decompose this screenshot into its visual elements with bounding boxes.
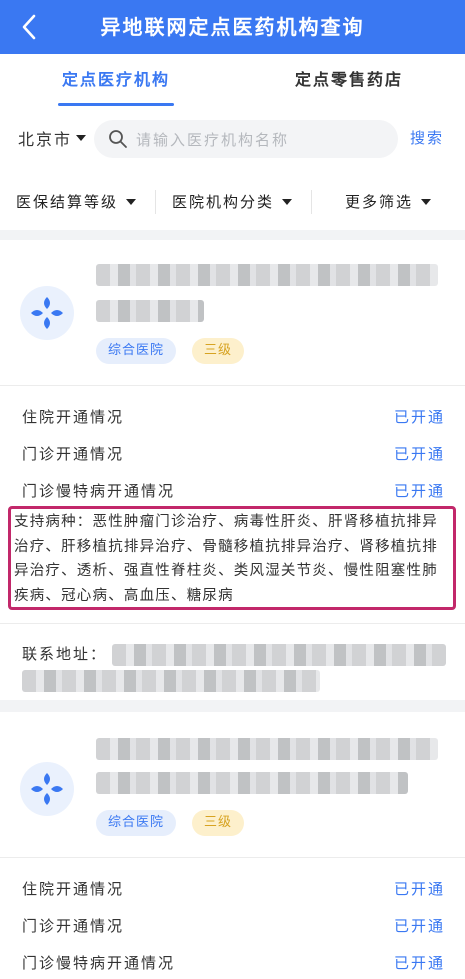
search-bar: 北京市 搜索 <box>0 106 465 172</box>
divider <box>0 623 465 624</box>
medical-cross-icon <box>31 297 63 329</box>
city-selector[interactable]: 北京市 <box>18 126 87 150</box>
filter-label: 医院机构分类 <box>172 193 275 211</box>
inpatient-status-value: 已开通 <box>393 880 445 898</box>
city-label: 北京市 <box>18 130 73 149</box>
page-title: 异地联网定点医药机构查询 <box>100 15 365 39</box>
institution-type-tag: 综合医院 <box>96 810 177 836</box>
address-blurred <box>22 670 320 692</box>
institution-card[interactable]: 综合医院 三级 住院开通情况 已开通 门诊开通情况 已开通 门诊慢特病开通情况 … <box>0 240 465 700</box>
address-label: 联系地址： <box>22 645 108 663</box>
caret-down-icon <box>421 198 432 205</box>
filter-label: 医保结算等级 <box>16 193 119 211</box>
institution-name-blurred <box>96 264 438 286</box>
institution-name-blurred <box>96 738 438 760</box>
filter-bar: 医保结算等级 医院机构分类 更多筛选 <box>0 172 465 230</box>
caret-down-icon <box>282 198 293 205</box>
outpatient-status-label: 门诊开通情况 <box>22 917 125 935</box>
tab-medical-institutions[interactable]: 定点医疗机构 <box>0 54 232 106</box>
level-tag: 三级 <box>192 810 245 836</box>
filter-more[interactable]: 更多筛选 <box>345 191 432 212</box>
chronic-disease-status-label: 门诊慢特病开通情况 <box>22 482 176 500</box>
level-tag: 三级 <box>192 338 245 364</box>
inpatient-status-label: 住院开通情况 <box>22 408 125 426</box>
outpatient-status-value: 已开通 <box>393 445 445 463</box>
divider <box>0 857 465 858</box>
inpatient-status-label: 住院开通情况 <box>22 880 125 898</box>
search-box[interactable] <box>94 120 398 160</box>
filter-settlement-level[interactable]: 医保结算等级 <box>16 191 137 212</box>
search-icon <box>109 130 127 148</box>
chronic-disease-status-value: 已开通 <box>393 954 445 972</box>
hospital-logo <box>20 762 74 816</box>
chronic-disease-status-value: 已开通 <box>393 482 445 500</box>
hospital-logo <box>20 286 74 340</box>
highlight-box <box>8 506 456 610</box>
tab-bar: 定点医疗机构 定点零售药店 <box>0 54 465 107</box>
institution-name-blurred <box>96 300 204 322</box>
medical-cross-icon <box>31 773 63 805</box>
search-button[interactable]: 搜索 <box>410 127 444 148</box>
divider <box>155 190 156 214</box>
outpatient-status-value: 已开通 <box>393 917 445 935</box>
outpatient-status-label: 门诊开通情况 <box>22 445 125 463</box>
filter-label: 更多筛选 <box>345 193 414 211</box>
app-header: 异地联网定点医药机构查询 <box>0 0 465 54</box>
address-blurred <box>112 644 446 666</box>
institution-name-blurred <box>96 772 408 794</box>
inpatient-status-value: 已开通 <box>393 408 445 426</box>
divider <box>0 385 465 386</box>
institution-type-tag: 综合医院 <box>96 338 177 364</box>
tab-label: 定点医疗机构 <box>61 70 170 89</box>
filter-institution-type[interactable]: 医院机构分类 <box>172 191 293 212</box>
institution-card[interactable]: 综合医院 三级 住院开通情况 已开通 门诊开通情况 已开通 门诊慢特病开通情况 … <box>0 712 465 979</box>
caret-down-icon <box>76 135 87 141</box>
tab-label: 定点零售药店 <box>294 70 403 89</box>
divider <box>311 190 312 214</box>
tab-retail-pharmacies[interactable]: 定点零售药店 <box>233 54 465 106</box>
caret-down-icon <box>126 198 137 205</box>
search-input[interactable] <box>134 120 388 160</box>
chronic-disease-status-label: 门诊慢特病开通情况 <box>22 954 176 972</box>
